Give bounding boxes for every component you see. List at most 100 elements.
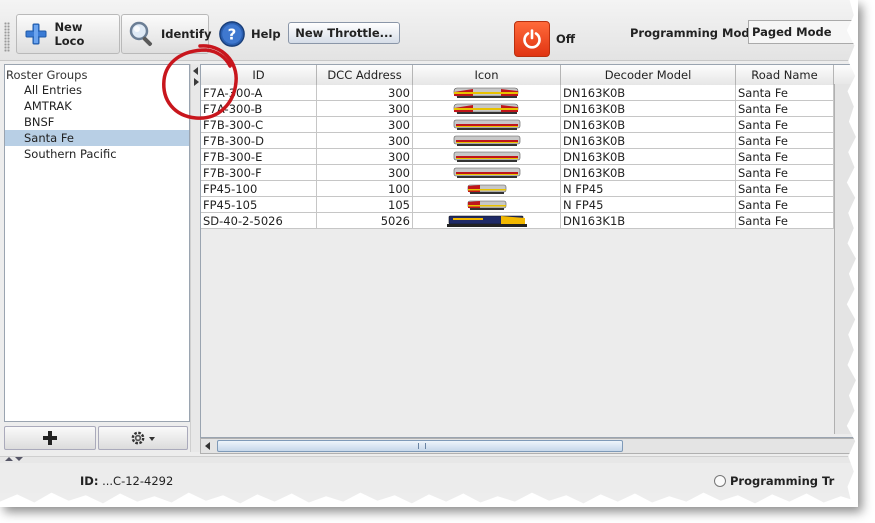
table-row[interactable]: F7A-300-B300DN163K0BSanta Fe3 — [201, 101, 858, 117]
cell-icon[interactable] — [413, 101, 561, 117]
cell-road-name[interactable]: Santa Fe — [736, 85, 834, 101]
cell-id[interactable]: F7B-300-D — [201, 133, 317, 149]
group-settings-button[interactable] — [98, 426, 188, 450]
cell-id[interactable]: F7A-300-B — [201, 101, 317, 117]
cell-decoder-model[interactable]: N FP45 — [561, 181, 736, 197]
cell-icon[interactable] — [413, 165, 561, 181]
table-row[interactable]: SD-40-2-50265026DN163K1BSanta Fe5( — [201, 213, 858, 229]
cell-road-name[interactable]: Santa Fe — [736, 213, 834, 229]
cell-dcc-address[interactable]: 300 — [317, 133, 413, 149]
cell-decoder-model[interactable]: N FP45 — [561, 197, 736, 213]
santa-fe-b-unit-loco-icon — [453, 166, 521, 179]
cell-road-name[interactable]: Santa Fe — [736, 165, 834, 181]
table-row[interactable]: F7B-300-C300DN163K0BSanta Fe3 — [201, 117, 858, 133]
cell-icon[interactable] — [413, 117, 561, 133]
group-item-santa-fe[interactable]: Santa Fe — [5, 130, 189, 146]
table-header: ID DCC Address Icon Decoder Model Road N… — [201, 65, 858, 86]
cell-decoder-model[interactable]: DN163K0B — [561, 133, 736, 149]
cell-decoder-model[interactable]: DN163K0B — [561, 149, 736, 165]
table-row[interactable]: F7B-300-F300DN163K0BSanta Fe3( — [201, 165, 858, 181]
svg-text:?: ? — [228, 26, 237, 44]
sd40-yellowbonnet-loco-icon — [446, 213, 527, 228]
table-row[interactable]: FP45-100100N FP45Santa Fe1( — [201, 181, 858, 197]
cell-road-name[interactable]: Santa Fe — [736, 117, 834, 133]
table-row[interactable]: F7B-300-D300DN163K0BSanta Fe3( — [201, 133, 858, 149]
cell-id[interactable]: F7B-300-F — [201, 165, 317, 181]
cell-road-name[interactable]: Santa Fe — [736, 197, 834, 213]
cell-road-name[interactable]: Santa Fe — [736, 133, 834, 149]
cell-id[interactable]: F7B-300-E — [201, 149, 317, 165]
cell-decoder-model[interactable]: DN163K0B — [561, 101, 736, 117]
programming-track-radio[interactable]: Programming Tr — [714, 474, 834, 488]
cell-dcc-address[interactable]: 100 — [317, 181, 413, 197]
column-header-icon[interactable]: Icon — [413, 65, 561, 85]
roster-group-actions — [4, 426, 190, 452]
roster-groups-panel: Roster Groups All Entries AMTRAK BNSF Sa… — [4, 64, 190, 422]
horizontal-scrollbar[interactable] — [200, 438, 858, 454]
cell-icon[interactable] — [413, 85, 561, 101]
cell-dcc-address[interactable]: 300 — [317, 85, 413, 101]
column-header-road-name[interactable]: Road Name — [736, 65, 834, 85]
cell-dcc-address[interactable]: 300 — [317, 101, 413, 117]
group-item-all-entries[interactable]: All Entries — [5, 82, 189, 98]
column-header-decoder-model[interactable]: Decoder Model — [561, 65, 736, 85]
cell-icon[interactable] — [413, 149, 561, 165]
toolbar: New Loco Identify ? Help New Throttle...… — [0, 0, 858, 61]
programming-track-label: Programming Tr — [730, 474, 835, 488]
expand-up-arrow-icon[interactable] — [5, 457, 13, 461]
cell-dcc-address[interactable]: 5026 — [317, 213, 413, 229]
add-icon — [43, 431, 57, 445]
cell-decoder-model[interactable]: DN163K0B — [561, 165, 736, 181]
cell-id[interactable]: SD-40-2-5026 — [201, 213, 317, 229]
help-button[interactable]: ? Help — [212, 14, 281, 54]
cell-decoder-model[interactable]: DN163K0B — [561, 85, 736, 101]
table-row[interactable]: FP45-105105N FP45Santa Fe1( — [201, 197, 858, 213]
cell-icon[interactable] — [413, 133, 561, 149]
table-body: F7A-300-A300DN163K0BSanta Fe3F7A-300-B30… — [201, 85, 858, 229]
cell-id[interactable]: FP45-100 — [201, 181, 317, 197]
column-header-id[interactable]: ID — [201, 65, 317, 85]
expand-right-arrow-icon[interactable] — [194, 78, 199, 86]
programming-mode-select[interactable]: Paged Mode — [748, 20, 858, 44]
group-item-southern-pacific[interactable]: Southern Pacific — [5, 146, 189, 162]
new-throttle-button[interactable]: New Throttle... — [288, 22, 400, 44]
add-group-button[interactable] — [4, 426, 96, 450]
roster-table: ID DCC Address Icon Decoder Model Road N… — [200, 64, 858, 438]
cell-id[interactable]: F7A-300-A — [201, 85, 317, 101]
santa-fe-b-unit-loco-icon — [453, 134, 521, 147]
scroll-thumb-grip — [418, 443, 426, 449]
collapse-left-arrow-icon[interactable] — [193, 67, 198, 75]
cell-icon[interactable] — [413, 197, 561, 213]
cell-dcc-address[interactable]: 300 — [317, 117, 413, 133]
cell-dcc-address[interactable]: 300 — [317, 165, 413, 181]
cell-road-name[interactable]: Santa Fe — [736, 181, 834, 197]
cell-icon[interactable] — [413, 181, 561, 197]
cell-icon[interactable] — [413, 213, 561, 229]
help-label: Help — [251, 27, 281, 41]
question-circle-icon: ? — [218, 20, 246, 48]
bottom-split-divider[interactable] — [0, 456, 858, 463]
cell-id[interactable]: FP45-105 — [201, 197, 317, 213]
table-row[interactable]: F7B-300-E300DN163K0BSanta Fe3( — [201, 149, 858, 165]
group-item-amtrak[interactable]: AMTRAK — [5, 98, 189, 114]
column-header-dcc-address[interactable]: DCC Address — [317, 65, 413, 85]
santa-fe-b-unit-loco-icon — [453, 118, 521, 131]
cell-decoder-model[interactable]: DN163K0B — [561, 117, 736, 133]
power-button[interactable]: Off — [514, 20, 575, 58]
collapse-down-arrow-icon[interactable] — [15, 457, 23, 461]
cell-dcc-address[interactable]: 300 — [317, 149, 413, 165]
roster-groups-header: Roster Groups — [6, 68, 88, 82]
santa-fe-b-unit-loco-icon — [453, 150, 521, 163]
cell-dcc-address[interactable]: 105 — [317, 197, 413, 213]
cell-road-name[interactable]: Santa Fe — [736, 101, 834, 117]
horizontal-scroll-thumb[interactable] — [217, 440, 623, 452]
cell-id[interactable]: F7B-300-C — [201, 117, 317, 133]
new-loco-button[interactable]: New Loco — [16, 14, 120, 54]
identify-button[interactable]: Identify — [121, 14, 211, 54]
toolbar-grip[interactable] — [4, 22, 10, 52]
table-row[interactable]: F7A-300-A300DN163K0BSanta Fe3 — [201, 85, 858, 101]
group-item-bnsf[interactable]: BNSF — [5, 114, 189, 130]
cell-road-name[interactable]: Santa Fe — [736, 149, 834, 165]
cell-decoder-model[interactable]: DN163K1B — [561, 213, 736, 229]
scroll-left-arrow-icon[interactable] — [205, 442, 210, 450]
